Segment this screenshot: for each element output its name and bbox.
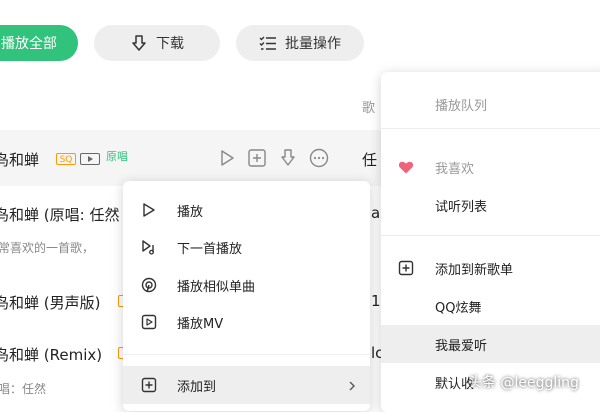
play-all-button[interactable]: 播放全部 bbox=[0, 25, 78, 61]
play-next-icon bbox=[141, 239, 157, 255]
menu-item-label: 添加到 bbox=[177, 379, 217, 395]
menu-item-play-next[interactable]: 下一首播放 bbox=[123, 228, 370, 266]
menu-divider bbox=[123, 354, 370, 355]
add-to-submenu: 播放队列 我喜欢 试听列表 添加到新歌单 QQ炫舞 我最爱听 默认收 bbox=[381, 72, 600, 412]
chevron-right-icon bbox=[348, 380, 356, 391]
play-icon bbox=[141, 202, 157, 218]
song-title: 鸟和蝉 (男声版) bbox=[0, 294, 101, 312]
batch-operation-button[interactable]: 批量操作 bbox=[236, 25, 364, 61]
play-all-label: 播放全部 bbox=[1, 36, 57, 52]
menu-item-play-similar[interactable]: 播放相似单曲 bbox=[123, 266, 370, 304]
submenu-item-label: QQ炫舞 bbox=[435, 300, 482, 316]
submenu-item-trial-list[interactable]: 试听列表 bbox=[381, 186, 600, 224]
watermark: 头条 @leeggling bbox=[468, 375, 579, 391]
sq-badge: SQ bbox=[56, 153, 76, 165]
song-title: 鸟和蝉 (原唱: 任然 bbox=[0, 206, 120, 224]
artist-name[interactable]: 1 bbox=[371, 292, 381, 310]
menu-item-play[interactable]: 播放 bbox=[123, 191, 370, 229]
song-title: 鸟和蝉 bbox=[0, 151, 40, 169]
row-actions bbox=[215, 147, 330, 169]
submenu-item-label: 我喜欢 bbox=[435, 161, 475, 177]
radar-icon bbox=[141, 277, 157, 293]
column-header-artist: 歌 bbox=[362, 101, 376, 116]
menu-item-label: 播放相似单曲 bbox=[177, 279, 256, 295]
submenu-item-label: 播放队列 bbox=[435, 98, 488, 114]
submenu-item-my-favorites[interactable]: 我喜欢 bbox=[381, 148, 600, 186]
row-more-icon[interactable] bbox=[308, 147, 330, 169]
song-subtitle: 常喜欢的一首歌， bbox=[0, 241, 95, 255]
submenu-item-qq-dance[interactable]: QQ炫舞 bbox=[381, 287, 600, 325]
menu-item-play-mv[interactable]: 播放MV bbox=[123, 303, 370, 341]
row-download-icon[interactable] bbox=[277, 147, 299, 169]
submenu-item-new-playlist[interactable]: 添加到新歌单 bbox=[381, 249, 600, 287]
artist-name[interactable]: 任 bbox=[362, 149, 377, 170]
submenu-item-label: 添加到新歌单 bbox=[435, 262, 514, 278]
download-icon bbox=[130, 34, 148, 52]
menu-item-label: 播放 bbox=[177, 204, 204, 220]
row-add-icon[interactable] bbox=[246, 147, 268, 169]
batch-operation-label: 批量操作 bbox=[285, 36, 341, 52]
add-square-icon bbox=[141, 377, 157, 393]
submenu-item-label: 试听列表 bbox=[435, 199, 488, 215]
artist-name[interactable]: a bbox=[371, 204, 380, 222]
download-button[interactable]: 下载 bbox=[94, 25, 220, 61]
submenu-divider bbox=[381, 235, 600, 236]
submenu-item-label: 我最爱听 bbox=[435, 338, 488, 354]
row-play-icon[interactable] bbox=[215, 147, 237, 169]
batch-list-icon bbox=[259, 34, 277, 52]
menu-item-label: 下一首播放 bbox=[177, 241, 243, 257]
menu-item-add-to[interactable]: 添加到 bbox=[123, 366, 370, 404]
original-tag: 原唱 bbox=[106, 150, 128, 163]
submenu-item-play-queue[interactable]: 播放队列 bbox=[381, 85, 600, 123]
context-menu: 播放 下一首播放 播放相似单曲 播放MV 添加到 bbox=[123, 181, 370, 411]
download-label: 下载 bbox=[156, 36, 184, 52]
mv-icon bbox=[141, 314, 157, 330]
add-square-icon bbox=[398, 260, 414, 276]
menu-item-label: 播放MV bbox=[177, 316, 224, 332]
submenu-item-most-loved[interactable]: 我最爱听 bbox=[381, 325, 600, 363]
submenu-divider bbox=[381, 128, 600, 129]
heart-icon bbox=[398, 159, 414, 175]
song-subtitle: 唱：任然 bbox=[0, 382, 47, 396]
song-title: 鸟和蝉 (Remix) bbox=[0, 346, 103, 364]
mv-badge-icon[interactable] bbox=[80, 153, 100, 165]
